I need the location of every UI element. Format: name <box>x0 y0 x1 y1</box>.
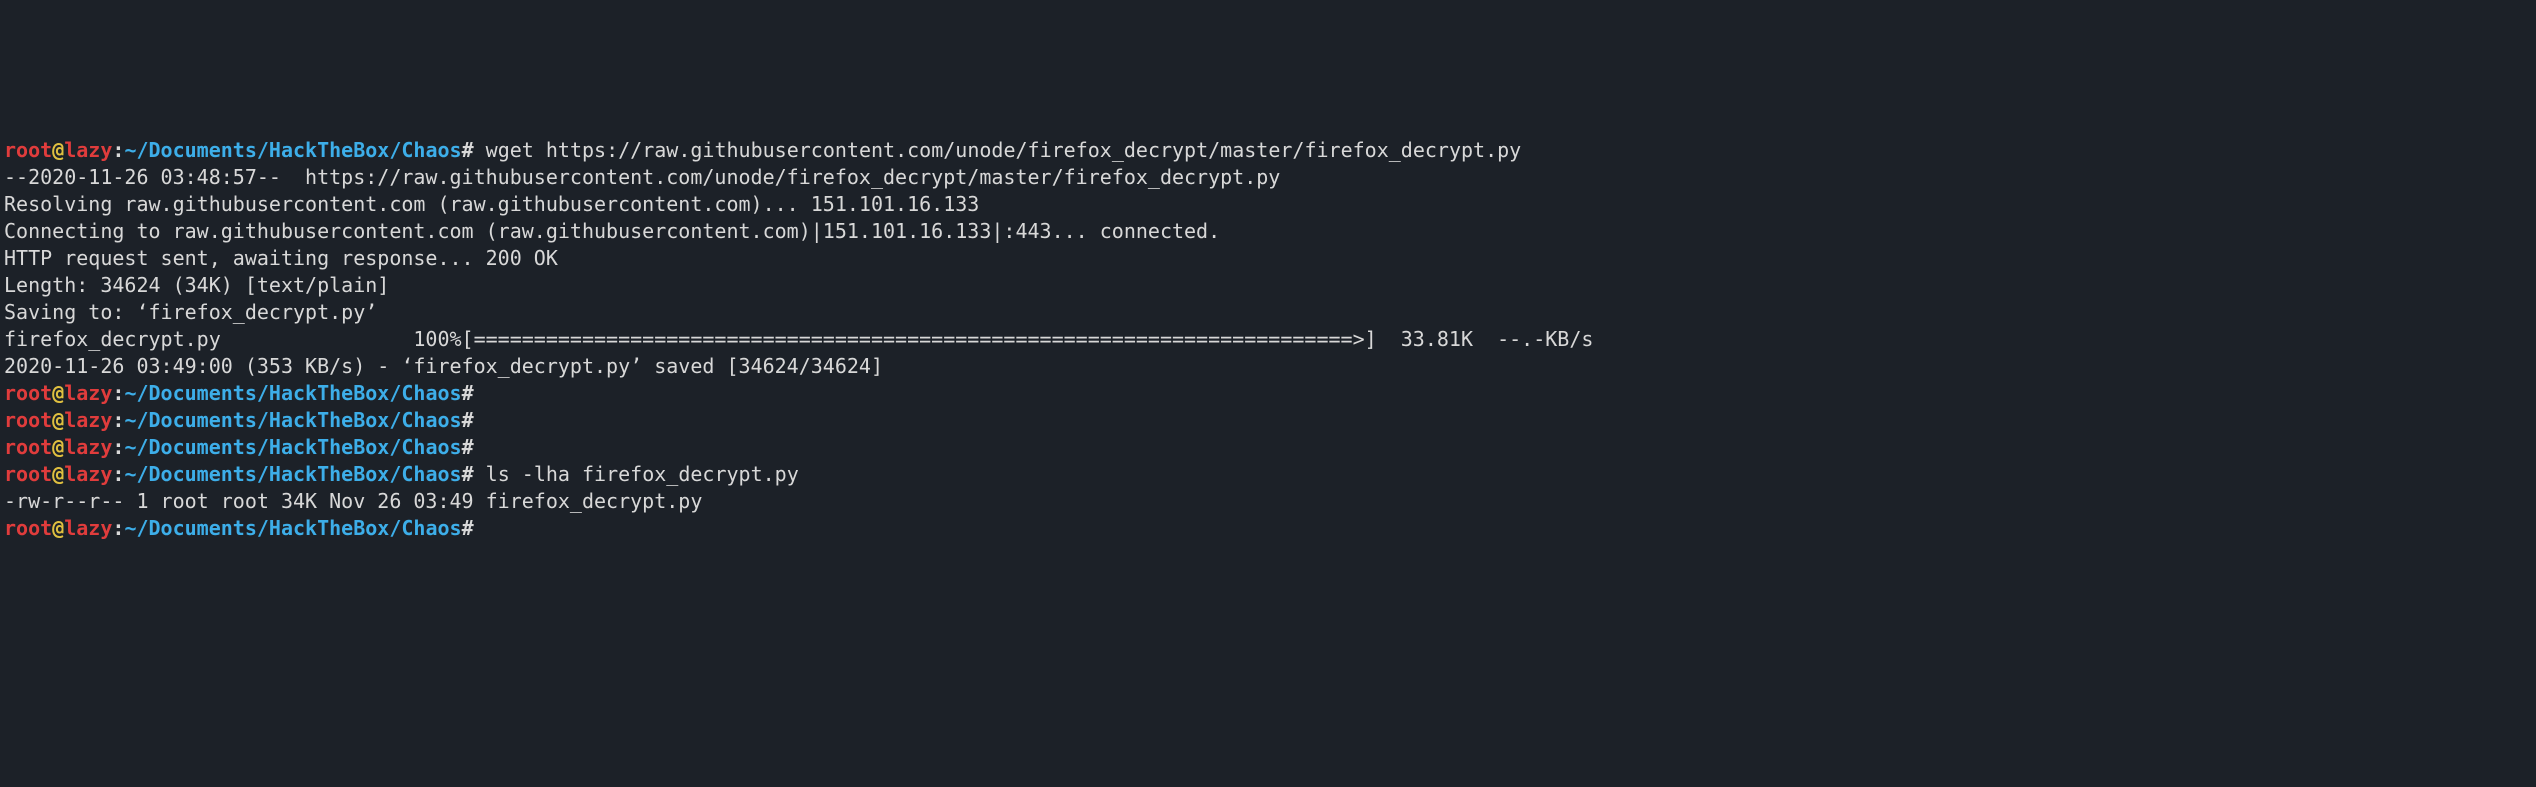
output-text: -rw-r--r-- 1 root root 34K Nov 26 03:49 … <box>4 489 702 513</box>
prompt-path: ~/Documents/HackTheBox/Chaos <box>124 408 461 432</box>
prompt-hash: # <box>462 381 474 405</box>
prompt-line: root@lazy:~/Documents/HackTheBox/Chaos# <box>4 380 2532 407</box>
prompt-user: root <box>4 381 52 405</box>
prompt-path: ~/Documents/HackTheBox/Chaos <box>124 462 461 486</box>
prompt-at: @ <box>52 138 64 162</box>
output-line: -rw-r--r-- 1 root root 34K Nov 26 03:49 … <box>4 488 2532 515</box>
prompt-host: lazy <box>64 381 112 405</box>
prompt-colon: : <box>112 435 124 459</box>
prompt-path: ~/Documents/HackTheBox/Chaos <box>124 435 461 459</box>
prompt-host: lazy <box>64 408 112 432</box>
prompt-hash: # <box>462 462 474 486</box>
output-text: --2020-11-26 03:48:57-- https://raw.gith… <box>4 165 1280 189</box>
prompt-at: @ <box>52 516 64 540</box>
output-line: 2020-11-26 03:49:00 (353 KB/s) - ‘firefo… <box>4 353 2532 380</box>
output-text: Connecting to raw.githubusercontent.com … <box>4 219 1220 243</box>
command-text: ls -lha firefox_decrypt.py <box>474 462 799 486</box>
output-text: Saving to: ‘firefox_decrypt.py’ <box>4 300 377 324</box>
prompt-host: lazy <box>64 138 112 162</box>
output-text: HTTP request sent, awaiting response... … <box>4 246 558 270</box>
prompt-at: @ <box>52 381 64 405</box>
prompt-path: ~/Documents/HackTheBox/Chaos <box>124 516 461 540</box>
prompt-path: ~/Documents/HackTheBox/Chaos <box>124 381 461 405</box>
prompt-line: root@lazy:~/Documents/HackTheBox/Chaos# … <box>4 461 2532 488</box>
prompt-host: lazy <box>64 516 112 540</box>
prompt-host: lazy <box>64 435 112 459</box>
prompt-user: root <box>4 408 52 432</box>
output-line: Length: 34624 (34K) [text/plain] <box>4 272 2532 299</box>
prompt-colon: : <box>112 516 124 540</box>
prompt-colon: : <box>112 462 124 486</box>
output-text: Length: 34624 (34K) [text/plain] <box>4 273 389 297</box>
prompt-hash: # <box>462 138 474 162</box>
prompt-colon: : <box>112 408 124 432</box>
prompt-line: root@lazy:~/Documents/HackTheBox/Chaos# … <box>4 137 2532 164</box>
prompt-path: ~/Documents/HackTheBox/Chaos <box>124 138 461 162</box>
output-line: Connecting to raw.githubusercontent.com … <box>4 218 2532 245</box>
prompt-colon: : <box>112 138 124 162</box>
prompt-at: @ <box>52 435 64 459</box>
prompt-hash: # <box>462 435 474 459</box>
output-line: Saving to: ‘firefox_decrypt.py’ <box>4 299 2532 326</box>
prompt-host: lazy <box>64 462 112 486</box>
prompt-line: root@lazy:~/Documents/HackTheBox/Chaos# <box>4 434 2532 461</box>
output-line: HTTP request sent, awaiting response... … <box>4 245 2532 272</box>
prompt-hash: # <box>462 516 474 540</box>
output-line: --2020-11-26 03:48:57-- https://raw.gith… <box>4 164 2532 191</box>
prompt-line: root@lazy:~/Documents/HackTheBox/Chaos# <box>4 407 2532 434</box>
output-text: firefox_decrypt.py 100%[================… <box>4 327 1593 351</box>
output-line: Resolving raw.githubusercontent.com (raw… <box>4 191 2532 218</box>
prompt-user: root <box>4 516 52 540</box>
output-text: 2020-11-26 03:49:00 (353 KB/s) - ‘firefo… <box>4 354 883 378</box>
prompt-at: @ <box>52 462 64 486</box>
prompt-user: root <box>4 462 52 486</box>
prompt-colon: : <box>112 381 124 405</box>
output-line: firefox_decrypt.py 100%[================… <box>4 326 2532 353</box>
command-text: wget https://raw.githubusercontent.com/u… <box>474 138 1522 162</box>
prompt-line: root@lazy:~/Documents/HackTheBox/Chaos# <box>4 515 2532 542</box>
prompt-user: root <box>4 138 52 162</box>
output-text: Resolving raw.githubusercontent.com (raw… <box>4 192 979 216</box>
prompt-user: root <box>4 435 52 459</box>
prompt-hash: # <box>462 408 474 432</box>
prompt-at: @ <box>52 408 64 432</box>
terminal-output[interactable]: root@lazy:~/Documents/HackTheBox/Chaos# … <box>0 135 2536 544</box>
